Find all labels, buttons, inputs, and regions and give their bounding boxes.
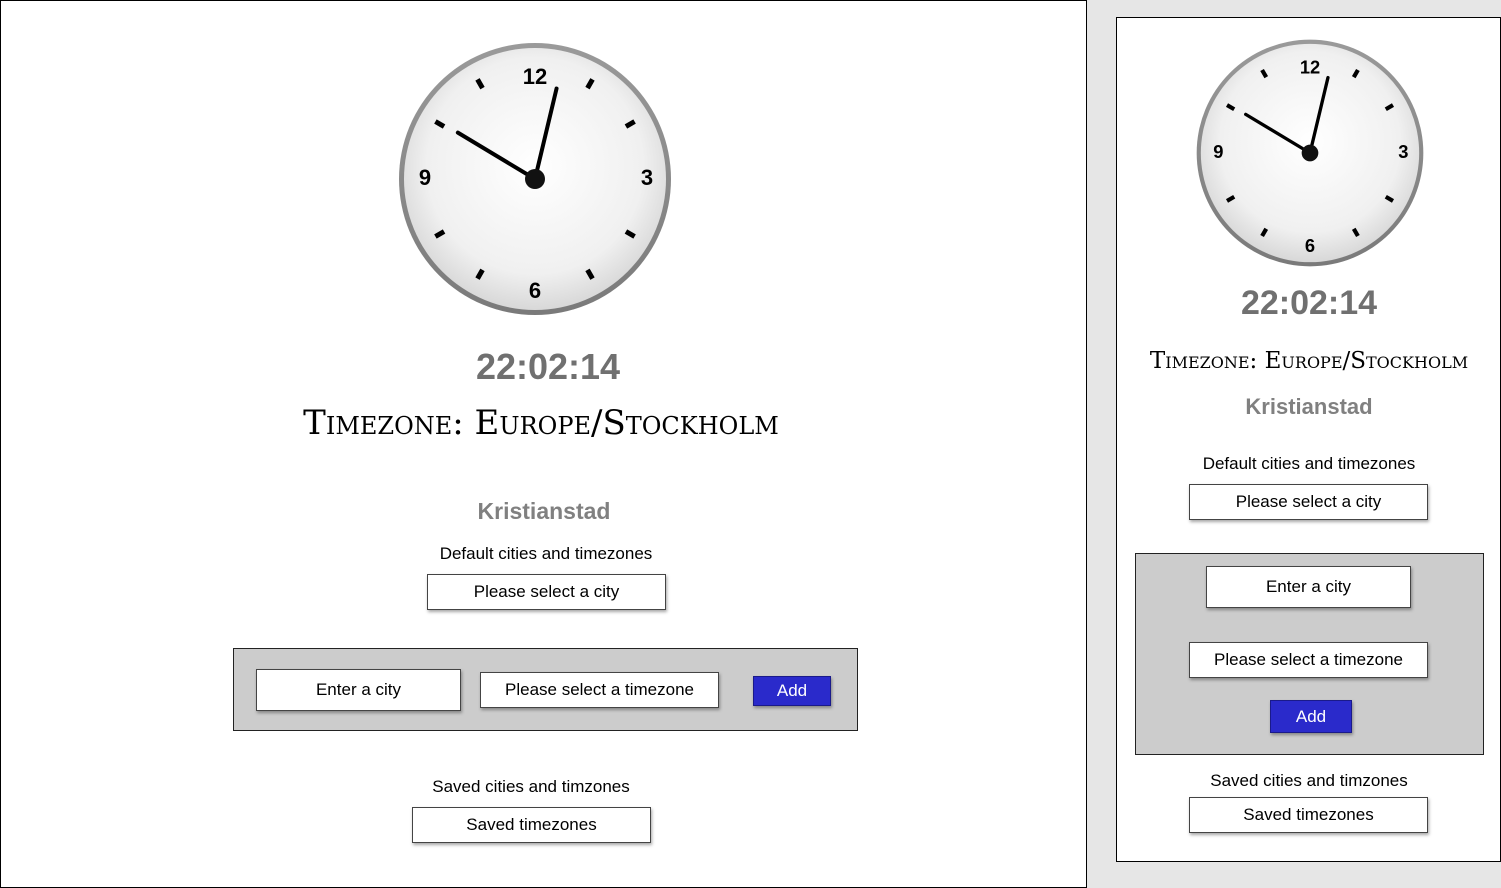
city-input[interactable]: Enter a city <box>256 669 461 711</box>
mobile-view: 12 3 6 9 22:02:14 Timezone: Europe/Stock… <box>1116 17 1501 862</box>
numeral-3: 3 <box>641 165 653 190</box>
add-city-form: Enter a city Please select a timezone Ad… <box>1135 553 1484 755</box>
timezone-title: Timezone: Europe/Stockholm <box>303 403 779 443</box>
numeral-6: 6 <box>1305 235 1315 256</box>
timezone-select[interactable]: Please select a timezone <box>1189 642 1428 678</box>
saved-timezones-select[interactable]: Saved timezones <box>412 807 651 843</box>
desktop-view: 12 3 6 9 22:02:14 Timezone: Europe/Stock… <box>0 0 1087 888</box>
numeral-9: 9 <box>1213 141 1223 162</box>
numeral-3: 3 <box>1398 141 1408 162</box>
city-input[interactable]: Enter a city <box>1206 566 1411 608</box>
city-select[interactable]: Please select a city <box>1189 484 1428 520</box>
numeral-12: 12 <box>523 64 547 89</box>
analog-clock: 12 3 6 9 <box>399 43 671 315</box>
add-button[interactable]: Add <box>1270 700 1352 733</box>
add-button[interactable]: Add <box>753 676 831 706</box>
timezone-title: Timezone: Europe/Stockholm <box>1149 348 1469 374</box>
numeral-12: 12 <box>1300 57 1320 78</box>
city-name: Kristianstad <box>1245 394 1373 419</box>
digital-time: 22:02:14 <box>1240 284 1378 322</box>
saved-timezones-select[interactable]: Saved timezones <box>1189 797 1428 833</box>
digital-time: 22:02:14 <box>475 346 621 387</box>
city-name: Kristianstad <box>477 498 611 524</box>
add-city-form: Enter a city Please select a timezone Ad… <box>233 648 858 731</box>
clock-center <box>1301 144 1319 162</box>
timezone-select[interactable]: Please select a timezone <box>480 672 719 708</box>
numeral-6: 6 <box>529 278 541 303</box>
numeral-9: 9 <box>419 165 431 190</box>
city-select[interactable]: Please select a city <box>427 574 666 610</box>
default-cities-label: Default cities and timezones <box>1202 454 1416 473</box>
saved-cities-label: Saved cities and timzones <box>432 777 630 796</box>
default-cities-label: Default cities and timezones <box>439 544 653 563</box>
clock-center <box>525 169 545 189</box>
saved-cities-label: Saved cities and timzones <box>1210 771 1408 790</box>
analog-clock: 12 3 6 9 <box>1196 39 1424 267</box>
